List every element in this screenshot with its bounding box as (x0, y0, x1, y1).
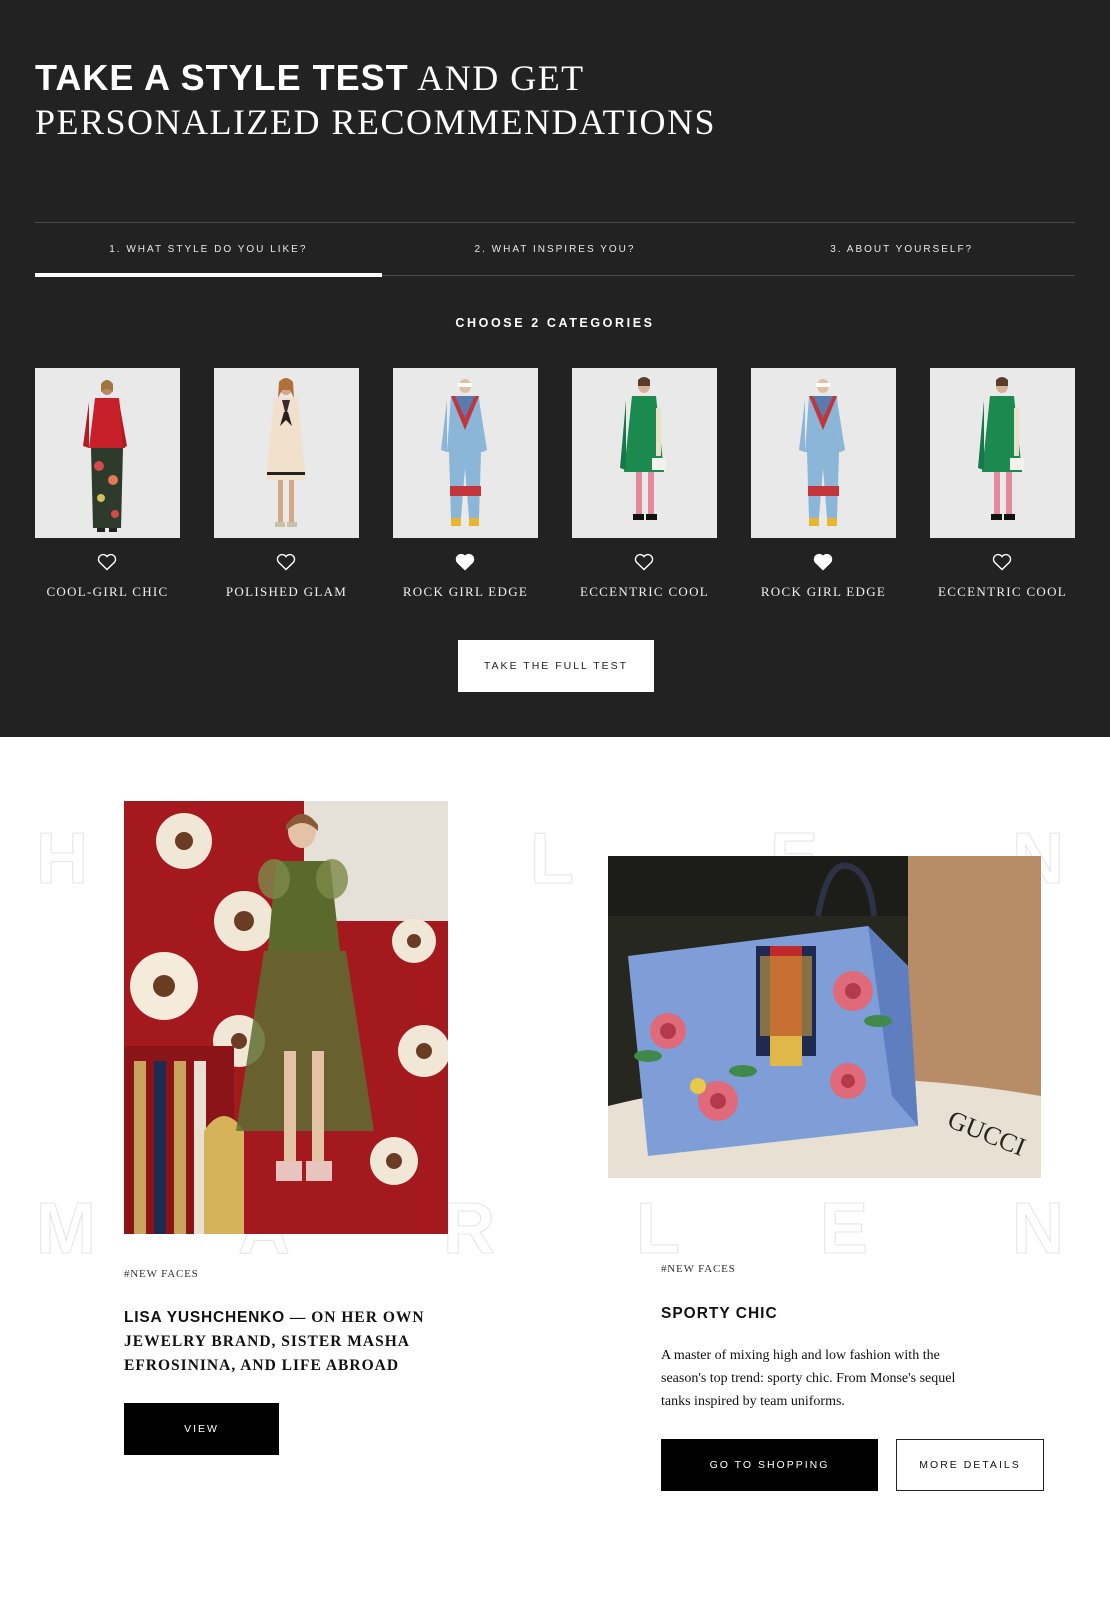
heart-icon[interactable] (97, 553, 117, 571)
category-photo[interactable] (930, 368, 1075, 538)
style-test-section: TAKE A STYLE TEST AND GET PERSONALIZED R… (0, 0, 1110, 737)
category-photo[interactable] (572, 368, 717, 538)
heart-icon[interactable] (813, 553, 833, 571)
story-title: SPORTY CHIC (661, 1305, 778, 1322)
story-tag: #NEW FACES (124, 1268, 199, 1280)
story-title: LISA YUSHCHENKO — ON HER OWN JEWELRY BRA… (124, 1306, 444, 1378)
category-photo[interactable] (214, 368, 359, 538)
background-letter: H (36, 819, 89, 900)
go-to-shopping-button[interactable]: GO TO SHOPPING (661, 1439, 878, 1491)
headline-bold: TAKE A STYLE TEST (35, 57, 409, 98)
category-card[interactable]: ROCK GIRL EDGE (751, 368, 896, 599)
category-grid: COOL-GIRL CHIC POLISHED GLAM ROCK GIRL E… (35, 368, 1075, 608)
heart-icon[interactable] (455, 553, 475, 571)
choose-categories-heading: CHOOSE 2 CATEGORIES (455, 316, 655, 330)
category-label: ROCK GIRL EDGE (760, 584, 887, 599)
category-card[interactable]: COOL-GIRL CHIC (35, 368, 180, 599)
step-tabs: 1. WHAT STYLE DO YOU LIKE? 2. WHAT INSPI… (35, 222, 1075, 277)
heart-icon[interactable] (992, 553, 1012, 571)
heart-icon[interactable] (276, 553, 296, 571)
story-image-model[interactable] (124, 801, 448, 1234)
story-image-handbag[interactable]: GUCCI (608, 856, 1041, 1178)
style-test-headline: TAKE A STYLE TEST AND GET PERSONALIZED R… (35, 56, 735, 144)
take-full-test-button[interactable]: TAKE THE FULL TEST (458, 640, 654, 692)
heart-icon[interactable] (634, 553, 654, 571)
category-label: ROCK GIRL EDGE (402, 584, 529, 599)
tab-inspiration[interactable]: 2. WHAT INSPIRES YOU? (382, 223, 729, 275)
tab-style[interactable]: 1. WHAT STYLE DO YOU LIKE? (35, 223, 382, 277)
category-card[interactable]: ROCK GIRL EDGE (393, 368, 538, 599)
view-button[interactable]: VIEW (124, 1403, 279, 1455)
category-label: COOL-GIRL CHIC (46, 584, 169, 599)
tab-about[interactable]: 3. ABOUT YOURSELF? (728, 223, 1075, 275)
category-card[interactable]: ECCENTRIC COOL (572, 368, 717, 599)
tab-about-label: 3. ABOUT YOURSELF? (830, 243, 974, 255)
story-description: A master of mixing high and low fashion … (661, 1348, 956, 1409)
category-photo[interactable] (393, 368, 538, 538)
category-photo[interactable] (35, 368, 180, 538)
story-tag: #NEW FACES (661, 1263, 736, 1275)
story-title-name: LISA YUSHCHENKO (124, 1309, 285, 1326)
category-label: ECCENTRIC COOL (579, 584, 710, 599)
background-letter: E (819, 1189, 869, 1270)
tab-inspiration-label: 2. WHAT INSPIRES YOU? (474, 243, 636, 255)
background-letter: L (636, 1189, 681, 1270)
category-label: POLISHED GLAM (225, 584, 348, 599)
background-letter: R (443, 1189, 496, 1270)
category-label: ECCENTRIC COOL (937, 584, 1068, 599)
category-photo[interactable] (751, 368, 896, 538)
category-card[interactable]: ECCENTRIC COOL (930, 368, 1075, 599)
background-letter: L (530, 819, 575, 900)
background-letter: N (1012, 1189, 1065, 1270)
more-details-button[interactable]: MORE DETAILS (896, 1439, 1044, 1491)
background-letter: M (36, 1189, 97, 1270)
tab-style-label: 1. WHAT STYLE DO YOU LIKE? (109, 243, 308, 255)
category-card[interactable]: POLISHED GLAM (214, 368, 359, 599)
